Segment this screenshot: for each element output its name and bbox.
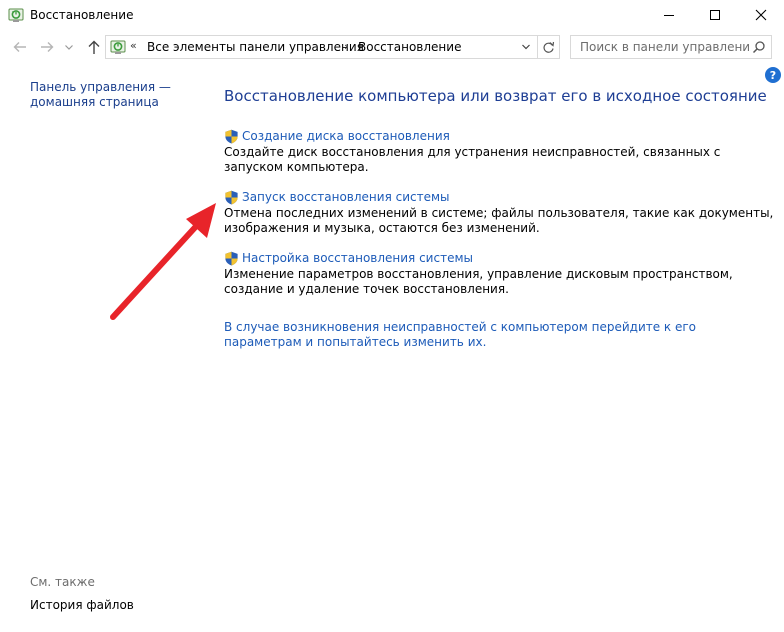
- title-bar: Восстановление: [0, 0, 784, 30]
- breadcrumb-all-control-panel-items[interactable]: Все элементы панели управления: [147, 40, 364, 54]
- minimize-button[interactable]: [646, 0, 692, 30]
- close-button[interactable]: [738, 0, 784, 30]
- search-box[interactable]: [570, 35, 772, 59]
- maximize-button[interactable]: [692, 0, 738, 30]
- advanced-recovery-settings-link[interactable]: В случае возникновения неисправностей с …: [224, 320, 764, 350]
- arrow-left-icon: [13, 42, 26, 52]
- task-description: Создайте диск восстановления для устране…: [224, 145, 721, 174]
- breadcrumb-recovery[interactable]: Восстановление: [358, 40, 461, 54]
- minimize-icon: [664, 15, 674, 16]
- open-system-restore-link[interactable]: Запуск восстановления системы: [224, 189, 780, 205]
- arrow-right-icon: [41, 42, 54, 52]
- task-link-label[interactable]: Создание диска восстановления: [242, 129, 450, 143]
- uac-shield-icon: [225, 129, 238, 143]
- refresh-button[interactable]: [538, 35, 560, 59]
- see-also-heading: См. также: [30, 575, 95, 589]
- chevron-down-icon: [65, 45, 73, 50]
- help-icon[interactable]: ?: [765, 67, 781, 83]
- forward-button[interactable]: [38, 38, 56, 56]
- task-configure-system-restore: Настройка восстановления системы Изменен…: [224, 250, 780, 297]
- file-history-link[interactable]: История файлов: [30, 598, 134, 612]
- page-title: Восстановление компьютера или возврат ег…: [224, 87, 767, 105]
- uac-shield-icon: [225, 190, 238, 204]
- search-input[interactable]: [571, 36, 751, 58]
- arrow-up-icon: [88, 40, 100, 54]
- window-title: Восстановление: [30, 8, 134, 22]
- recovery-icon: [110, 40, 126, 54]
- address-overflow-chevron[interactable]: «: [130, 39, 137, 52]
- address-bar[interactable]: « Все элементы панели управления › Восст…: [105, 35, 538, 59]
- recent-locations-button[interactable]: [63, 38, 75, 56]
- search-icon[interactable]: [752, 40, 766, 54]
- recovery-icon: [8, 8, 24, 22]
- control-panel-home-link[interactable]: Панель управления — домашняя страница: [30, 80, 200, 110]
- task-create-recovery-drive: Создание диска восстановления Создайте д…: [224, 128, 780, 175]
- navigation-bar: « Все элементы панели управления › Восст…: [0, 30, 784, 64]
- maximize-icon: [710, 10, 720, 20]
- back-button[interactable]: [11, 38, 29, 56]
- up-button[interactable]: [85, 38, 103, 56]
- task-description: Отмена последних изменений в системе; фа…: [224, 206, 774, 235]
- task-open-system-restore: Запуск восстановления системы Отмена пос…: [224, 189, 780, 236]
- task-link-label[interactable]: Запуск восстановления системы: [242, 190, 450, 204]
- breadcrumb-separator[interactable]: ›: [344, 40, 348, 53]
- refresh-icon: [543, 41, 555, 53]
- task-description: Изменение параметров восстановления, упр…: [224, 267, 733, 296]
- configure-system-restore-link[interactable]: Настройка восстановления системы: [224, 250, 780, 266]
- task-link-label[interactable]: Настройка восстановления системы: [242, 251, 473, 265]
- close-icon: [755, 9, 767, 21]
- chevron-down-icon: [522, 44, 530, 50]
- create-recovery-drive-link[interactable]: Создание диска восстановления: [224, 128, 780, 144]
- address-dropdown-button[interactable]: [519, 41, 533, 53]
- uac-shield-icon: [225, 251, 238, 265]
